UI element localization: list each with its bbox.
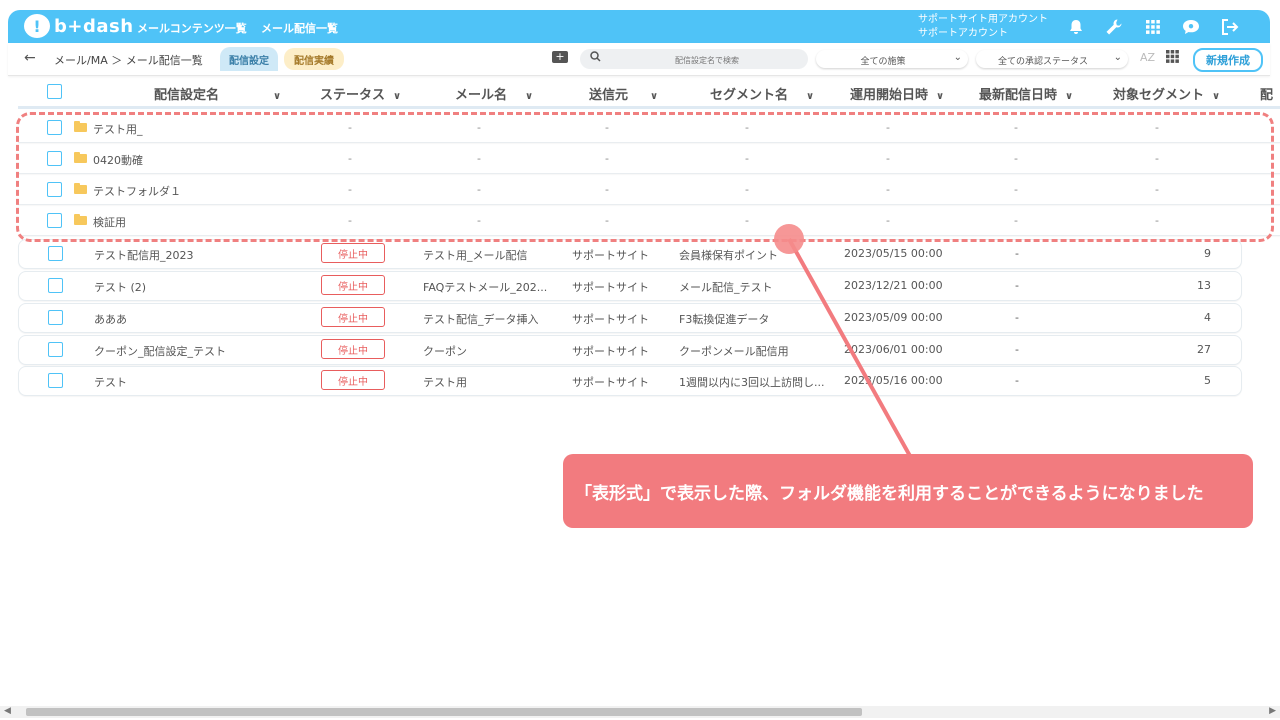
annotation-pointer-line (787, 238, 912, 457)
scroll-right-arrow-icon[interactable]: ▶ (1269, 706, 1276, 716)
scroll-left-arrow-icon[interactable]: ◀ (4, 706, 11, 716)
horizontal-scrollbar[interactable]: ◀ ▶ (0, 706, 1280, 718)
annotation-callout: 「表形式」で表示した際、フォルダ機能を利用することができるようになりました (563, 454, 1253, 528)
scrollbar-thumb[interactable] (26, 708, 862, 716)
annotation-dot (774, 224, 804, 254)
